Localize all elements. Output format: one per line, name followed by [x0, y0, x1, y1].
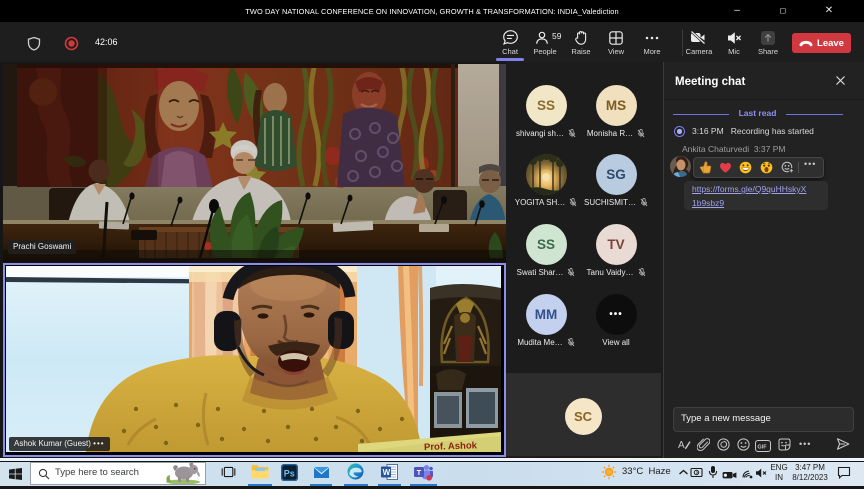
- svg-text:A: A: [678, 440, 685, 451]
- svg-text:Ps: Ps: [284, 468, 295, 478]
- svg-text:T: T: [417, 468, 422, 477]
- svg-text:GIF: GIF: [757, 445, 767, 451]
- svg-text:W: W: [383, 468, 391, 477]
- svg-text:Prof. Ashok: Prof. Ashok: [424, 440, 478, 452]
